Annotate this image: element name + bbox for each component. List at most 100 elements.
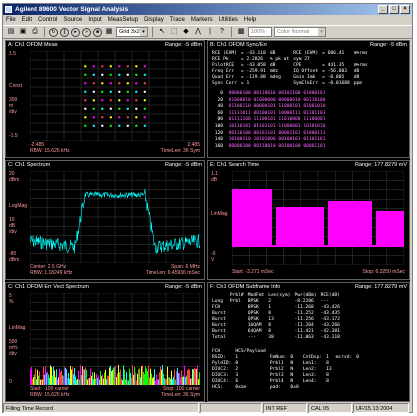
zoom-box-icon[interactable]: ⬚ [169, 27, 179, 37]
constellation-point [101, 90, 104, 93]
plot-grid [30, 51, 200, 141]
trace-b-sync-error[interactable]: B: Ch1 OFDM Sync/Err Range: -5 dBm RCE (… [207, 40, 410, 158]
constellation-point [135, 116, 138, 119]
symbol-bits-value: 10101010 [303, 123, 329, 129]
layout-icon[interactable]: ▦ [104, 27, 114, 37]
rbw-label: RBW: 1.18249 kHz [30, 270, 73, 276]
symbol-bits-value: 01101101 [303, 110, 329, 116]
symbol-index: 60 [212, 110, 229, 116]
error-vector-bar [165, 379, 166, 385]
error-vector-bar [99, 379, 100, 385]
menu-control[interactable]: Control [38, 15, 57, 25]
trace-c-spectrum[interactable]: C: Ch1 Spectrum Range: -5 dBm 20 dBm Log… [5, 160, 205, 280]
error-vector-bar [155, 380, 156, 385]
close-button[interactable]: × [400, 5, 410, 14]
symbol-bits-row: 160 00000100 00110010 00100100 00001101 [212, 144, 328, 151]
menu-file[interactable]: File [6, 15, 16, 25]
pause-icon[interactable]: ∥ [60, 27, 69, 37]
error-vector-bar [170, 378, 171, 385]
error-vector-bar [112, 370, 113, 385]
trace-e-search-time[interactable]: E: Ch1 Search Time Range: 177.8279 mV 1.… [207, 160, 410, 280]
info-icon[interactable]: ? [217, 27, 227, 37]
error-vector-bar [190, 378, 191, 385]
pointer-icon[interactable]: ↖ [157, 27, 167, 37]
error-vector-bar [45, 366, 46, 385]
table-cell: mcrvd: [335, 355, 353, 360]
menu-utilities[interactable]: Utilities [219, 15, 238, 25]
trace-c-title: C: Ch1 Spectrum [8, 162, 51, 168]
symbol-bits-value: 00100101 [278, 137, 304, 143]
error-vector-bars [30, 365, 200, 385]
menu-display[interactable]: Display [144, 15, 164, 25]
time-noise-floor [232, 245, 404, 247]
print-icon[interactable]: ⎙ [30, 27, 40, 37]
y-axis-per-div: /div [9, 109, 17, 115]
menu-edit[interactable]: Edit [22, 15, 32, 25]
minimize-button[interactable]: _ [378, 5, 388, 14]
menu-help[interactable]: Help [244, 15, 256, 25]
x-axis-start-label: Start: -3.271 mSec [232, 269, 274, 275]
symbol-bits-value: 00110010 [253, 91, 279, 96]
constellation-point [101, 73, 104, 76]
color-icon[interactable]: ▩ [236, 27, 246, 37]
constellation-point [109, 124, 113, 128]
symbol-bits-value: 00000100 [228, 143, 254, 149]
error-vector-bar [158, 379, 159, 385]
constellation-point [92, 99, 95, 102]
symbol-bits-value: 11111011 [228, 110, 254, 116]
bar-icon[interactable]: | [205, 27, 215, 37]
constellation-point [109, 82, 113, 85]
error-vector-bar [189, 369, 190, 385]
error-vector-bar [109, 367, 110, 385]
save-icon[interactable]: ▣ [18, 27, 28, 37]
marker-icon[interactable]: ◆ [181, 27, 191, 37]
table-cell: 0x0 [290, 385, 299, 390]
menu-markers[interactable]: Markers [191, 15, 213, 25]
error-vector-bar [69, 378, 70, 385]
grid-layout-select[interactable]: Grid 3x2 ▾ [116, 27, 148, 37]
fch-row: HCS: 0xae pad: 0x0 [210, 385, 361, 391]
trace-a-constellation[interactable]: A: Ch1 OFDM Meas Range: -5 dBm 1.5 Const… [5, 40, 205, 158]
restart-icon[interactable]: ↻ [49, 27, 58, 37]
constellation-point [118, 107, 121, 110]
zoom-select[interactable]: 100% [248, 27, 272, 37]
table-cell [268, 81, 291, 87]
constellation-point [109, 116, 113, 119]
y-axis-scale-type: LogMag [9, 203, 28, 209]
error-vector-bar [177, 367, 178, 385]
error-vector-bar [83, 369, 84, 385]
trace-f-subframe-info[interactable]: F: Ch1 OFDM Subframe Info Range: 177.827… [207, 282, 410, 402]
constellation-point [135, 82, 138, 85]
error-vector-bar [149, 377, 150, 385]
error-vector-bar [141, 366, 142, 385]
single-icon[interactable]: ▸ [71, 27, 80, 37]
menu-meassetup[interactable]: MeasSetup [108, 15, 138, 25]
title-bar[interactable]: Agilent 89600 Vector Signal Analysis _ □… [3, 4, 412, 15]
menu-input[interactable]: Input [88, 15, 101, 25]
constellation-point [84, 107, 87, 110]
constellation-point [126, 73, 129, 76]
error-vector-bar [196, 369, 197, 385]
error-vector-bar [120, 369, 121, 385]
menu-trace[interactable]: Trace [170, 15, 185, 25]
error-vector-bar [97, 377, 98, 385]
error-vector-bar [35, 368, 36, 385]
color-scheme-select[interactable]: Color Normal ▾ [274, 27, 326, 37]
time-length-label: TimeLen: 36 Sym [161, 392, 200, 398]
menu-source[interactable]: Source [63, 15, 82, 25]
symbol-bits-value: 00110100 [228, 130, 254, 136]
constellation-point [143, 124, 146, 128]
error-vector-bar [47, 371, 48, 385]
maximize-button[interactable]: □ [389, 5, 399, 14]
open-icon[interactable]: ▤ [6, 27, 16, 37]
symbol-bits-value: 11010000 [278, 117, 304, 123]
time-burst [328, 201, 372, 247]
error-vector-bar [197, 365, 198, 385]
stop-icon[interactable]: ■ [93, 27, 102, 37]
table-cell: 38 [268, 335, 274, 340]
peak-icon[interactable]: ⋀ [193, 27, 203, 37]
trace-d-error-vector-spectrum[interactable]: C: Ch1 OFDM Err Vect Spectrum Range: -5 … [5, 282, 205, 402]
constellation-point [92, 107, 95, 110]
continue-icon[interactable]: » [82, 27, 91, 37]
error-vector-bar [65, 367, 66, 385]
